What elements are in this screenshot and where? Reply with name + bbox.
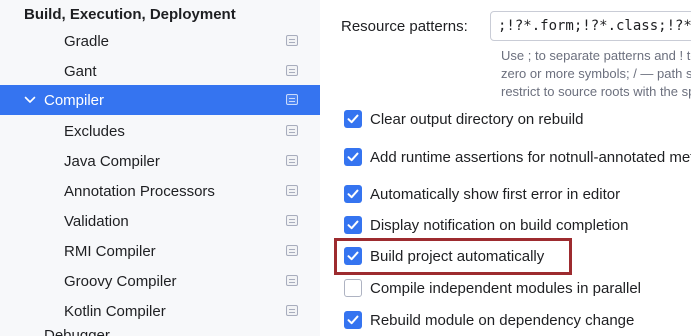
- resource-patterns-hint-line: Use ; to separate patterns and ! to nega…: [501, 48, 691, 63]
- tree-item-gradle[interactable]: Gradle: [0, 26, 320, 56]
- check-icon: [347, 189, 359, 199]
- highlight-box: [334, 238, 572, 275]
- tree-item-compiler[interactable]: Compiler: [0, 85, 320, 115]
- tree-item-label: Annotation Processors: [64, 182, 215, 200]
- project-settings-icon: [286, 155, 298, 166]
- tree-item-rmi-compiler[interactable]: RMI Compiler: [0, 236, 320, 266]
- option-label: Add runtime assertions for notnull-annot…: [370, 148, 691, 166]
- project-settings-icon: [286, 65, 298, 76]
- checkbox-unchecked[interactable]: [344, 279, 362, 297]
- checkbox-checked[interactable]: [344, 311, 362, 329]
- checkbox-checked[interactable]: [344, 148, 362, 166]
- check-icon: [347, 315, 359, 325]
- check-icon: [347, 152, 359, 162]
- option-label: Clear output directory on rebuild: [370, 110, 584, 128]
- tree-item-java-compiler[interactable]: Java Compiler: [0, 146, 320, 176]
- tree-item-label: RMI Compiler: [64, 242, 156, 260]
- chevron-down-icon[interactable]: [24, 94, 36, 106]
- resource-patterns-hint-line: restrict to source roots with the specif…: [501, 84, 691, 99]
- project-settings-icon: [286, 305, 298, 316]
- tree-item-label: Validation: [64, 212, 129, 230]
- resource-patterns-hint-line: zero or more symbols; / — path separator…: [501, 66, 691, 81]
- tree-item-label: Groovy Compiler: [64, 272, 177, 290]
- compiler-settings-panel: Resource patterns: ;!?*.form;!?*.class;!…: [320, 0, 691, 336]
- tree-item-gant[interactable]: Gant: [0, 56, 320, 86]
- settings-tree: Build, Execution, Deployment Gradle Gant…: [0, 0, 320, 336]
- check-icon: [347, 114, 359, 124]
- rebuild-on-dependency-change-option[interactable]: Rebuild module on dependency change: [344, 309, 634, 331]
- project-settings-icon: [286, 125, 298, 136]
- check-icon: [347, 220, 359, 230]
- tree-item-validation[interactable]: Validation: [0, 206, 320, 236]
- tree-item-label: Gradle: [64, 32, 110, 50]
- checkbox-checked[interactable]: [344, 185, 362, 203]
- tree-item-label: Gant: [64, 62, 97, 80]
- tree-item-excludes[interactable]: Excludes: [0, 116, 320, 146]
- tree-item-label: Kotlin Compiler: [64, 302, 166, 320]
- show-first-error-option[interactable]: Automatically show first error in editor: [344, 183, 620, 205]
- compile-in-parallel-option[interactable]: Compile independent modules in parallel: [344, 277, 641, 299]
- section-title[interactable]: Build, Execution, Deployment: [24, 6, 236, 23]
- build-notification-option[interactable]: Display notification on build completion: [344, 214, 628, 236]
- tree-item-kotlin-compiler[interactable]: Kotlin Compiler: [0, 296, 320, 326]
- checkbox-checked[interactable]: [344, 110, 362, 128]
- tree-item-groovy-compiler[interactable]: Groovy Compiler: [0, 266, 320, 296]
- project-settings-icon: [286, 94, 298, 105]
- clear-output-directory-option[interactable]: Clear output directory on rebuild: [344, 108, 583, 130]
- option-label: Compile independent modules in parallel: [370, 279, 642, 297]
- tree-item-debugger[interactable]: Debugger: [44, 327, 110, 336]
- project-settings-icon: [286, 275, 298, 286]
- option-label: Automatically show first error in editor: [370, 185, 621, 203]
- add-runtime-assertions-option[interactable]: Add runtime assertions for notnull-annot…: [344, 146, 691, 168]
- project-settings-icon: [286, 185, 298, 196]
- option-label: Rebuild module on dependency change: [370, 311, 635, 329]
- tree-item-label: Excludes: [64, 122, 125, 140]
- project-settings-icon: [286, 35, 298, 46]
- option-label: Display notification on build completion: [370, 216, 629, 234]
- tree-item-label: Java Compiler: [64, 152, 160, 170]
- resource-patterns-label: Resource patterns:: [341, 18, 468, 35]
- tree-item-label: Compiler: [44, 91, 105, 109]
- resource-patterns-input[interactable]: ;!?*.form;!?*.class;!?*.groovy;!?*.scala…: [490, 11, 691, 41]
- checkbox-checked[interactable]: [344, 216, 362, 234]
- tree-item-annotation-processors[interactable]: Annotation Processors: [0, 176, 320, 206]
- project-settings-icon: [286, 245, 298, 256]
- project-settings-icon: [286, 215, 298, 226]
